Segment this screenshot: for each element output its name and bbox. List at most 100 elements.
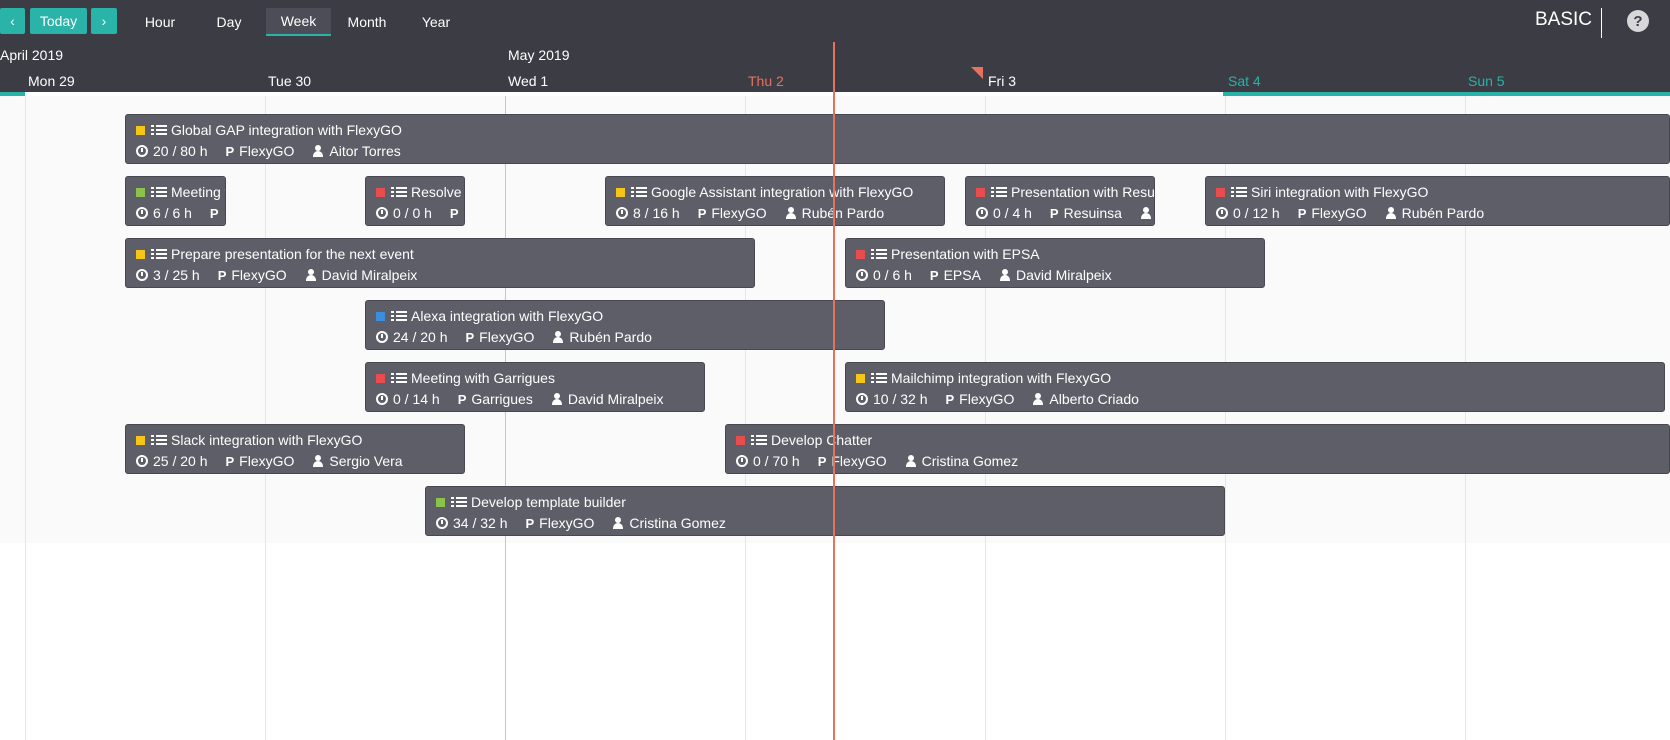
list-icon — [451, 496, 467, 508]
task-bar[interactable]: Resolve 0 / 0 h P — [365, 176, 465, 226]
task-project: FlexyGO — [239, 453, 295, 469]
task-bar[interactable]: Siri integration with FlexyGO 0 / 12 h P Fl… — [1205, 176, 1670, 226]
task-header: Alexa integration with FlexyGO — [376, 308, 603, 324]
list-icon — [871, 248, 887, 260]
task-bar[interactable]: Global GAP integration with FlexyGO 20 / … — [125, 114, 1670, 164]
tab-day[interactable]: Day — [206, 8, 252, 36]
task-hours: 0 / 14 h — [393, 391, 440, 407]
task-header: Develop template builder — [436, 494, 626, 510]
current-time-flag — [971, 67, 983, 79]
clock-icon — [136, 207, 148, 219]
task-title: Meeting with — [171, 184, 225, 200]
user-icon — [1032, 393, 1044, 405]
tab-hour[interactable]: Hour — [136, 8, 184, 36]
task-hours: 8 / 16 h — [633, 205, 680, 221]
list-icon — [871, 372, 887, 384]
task-bar[interactable]: Develop Chatter 0 / 70 h P FlexyGO Cristina … — [725, 424, 1670, 474]
task-bar[interactable]: Presentation with EPSA 0 / 6 h P EPSA David … — [845, 238, 1265, 288]
list-icon — [751, 434, 767, 446]
brand-label: BASIC — [1534, 9, 1592, 30]
task-hours: 0 / 12 h — [1233, 205, 1280, 221]
task-hours: 34 / 32 h — [453, 515, 508, 531]
task-title: Siri integration with FlexyGO — [1251, 184, 1429, 200]
user-icon — [305, 269, 317, 281]
task-hours: 0 / 6 h — [873, 267, 912, 283]
today-button[interactable]: Today — [30, 8, 87, 34]
task-project: FlexyGO — [1311, 205, 1367, 221]
task-project: Resuinsa — [1063, 205, 1122, 221]
tab-month[interactable]: Month — [340, 8, 394, 36]
next-button[interactable]: › — [91, 8, 117, 34]
tab-week[interactable]: Week — [266, 8, 331, 36]
task-assignee: Rubén Pardo — [569, 329, 652, 345]
clock-icon — [376, 207, 388, 219]
task-details: 6 / 6 h P — [136, 205, 224, 221]
task-title: Global GAP integration with FlexyGO — [171, 122, 402, 138]
task-bar[interactable]: Mailchimp integration with FlexyGO 10 / 3… — [845, 362, 1665, 412]
task-title: Resolve — [411, 184, 462, 200]
task-title: Develop template builder — [471, 494, 626, 510]
list-icon — [151, 434, 167, 446]
task-header: Develop Chatter — [736, 432, 872, 448]
task-hours: 3 / 25 h — [153, 267, 200, 283]
project-icon: P — [525, 515, 535, 531]
task-hours: 20 / 80 h — [153, 143, 208, 159]
status-square — [136, 435, 145, 445]
task-header: Resolve — [376, 184, 462, 200]
project-icon: P — [457, 391, 467, 407]
task-title: Presentation with Resuinsa — [1011, 184, 1155, 200]
tab-year[interactable]: Year — [412, 8, 460, 36]
task-bar[interactable]: Alexa integration with FlexyGO 24 / 20 h P… — [365, 300, 885, 350]
day-label: Wed 1 — [508, 73, 549, 89]
list-icon — [151, 124, 167, 136]
task-title: Meeting with Garrigues — [411, 370, 555, 386]
user-icon — [1385, 207, 1397, 219]
task-bar[interactable]: Slack integration with FlexyGO 25 / 20 h P… — [125, 424, 465, 474]
day-label: Sat 4 — [1228, 73, 1261, 89]
status-square — [136, 249, 145, 259]
project-icon: P — [209, 205, 219, 221]
task-project: FlexyGO — [231, 267, 287, 283]
prev-button[interactable]: ‹ — [0, 8, 25, 34]
task-hours: 10 / 32 h — [873, 391, 928, 407]
task-project: FlexyGO — [239, 143, 295, 159]
task-details: 34 / 32 h P FlexyGO Cristina Gomez — [436, 515, 726, 531]
month-label-april: April 2019 — [0, 47, 64, 63]
user-icon — [551, 393, 563, 405]
task-details: 0 / 14 h P Garrigues David Miralpeix — [376, 391, 664, 407]
task-title: Alexa integration with FlexyGO — [411, 308, 604, 324]
task-project: Garrigues — [471, 391, 533, 407]
help-icon[interactable]: ? — [1627, 10, 1649, 32]
user-icon — [552, 331, 564, 343]
status-square — [376, 187, 385, 197]
task-details: 20 / 80 h P FlexyGO Aitor Torres — [136, 143, 401, 159]
task-header: Mailchimp integration with FlexyGO — [856, 370, 1111, 386]
status-square — [736, 435, 745, 445]
task-header: Meeting with Garrigues — [376, 370, 555, 386]
task-header: Presentation with EPSA — [856, 246, 1040, 262]
task-bar[interactable]: Develop template builder 34 / 32 h P FlexyG… — [425, 486, 1225, 536]
task-bar[interactable]: Meeting with 6 / 6 h P — [125, 176, 226, 226]
task-bar[interactable]: Meeting with Garrigues 0 / 14 h P Garrigues… — [365, 362, 705, 412]
project-icon: P — [225, 453, 235, 469]
task-project: FlexyGO — [959, 391, 1015, 407]
clock-icon — [616, 207, 628, 219]
clock-icon — [136, 269, 148, 281]
task-hours: 0 / 0 h — [393, 205, 432, 221]
day-gridline — [25, 96, 26, 740]
day-label: Thu 2 — [748, 73, 784, 89]
task-assignee: Alberto Criado — [1049, 391, 1139, 407]
user-icon — [785, 207, 797, 219]
list-icon — [631, 186, 647, 198]
user-icon — [612, 517, 624, 529]
task-bar[interactable]: Presentation with Resuinsa 0 / 4 h PResuin… — [965, 176, 1155, 226]
month-label-may: May 2019 — [508, 47, 570, 63]
status-square — [616, 187, 625, 197]
task-bar[interactable]: Google Assistant integration with FlexyG… — [605, 176, 945, 226]
clock-icon — [136, 455, 148, 467]
task-details: 0 / 12 h P FlexyGO Rubén Pardo — [1216, 205, 1484, 221]
task-bar[interactable]: Prepare presentation for the next event 3… — [125, 238, 755, 288]
status-square — [136, 125, 145, 135]
user-icon — [1140, 207, 1152, 219]
status-square — [1216, 187, 1225, 197]
